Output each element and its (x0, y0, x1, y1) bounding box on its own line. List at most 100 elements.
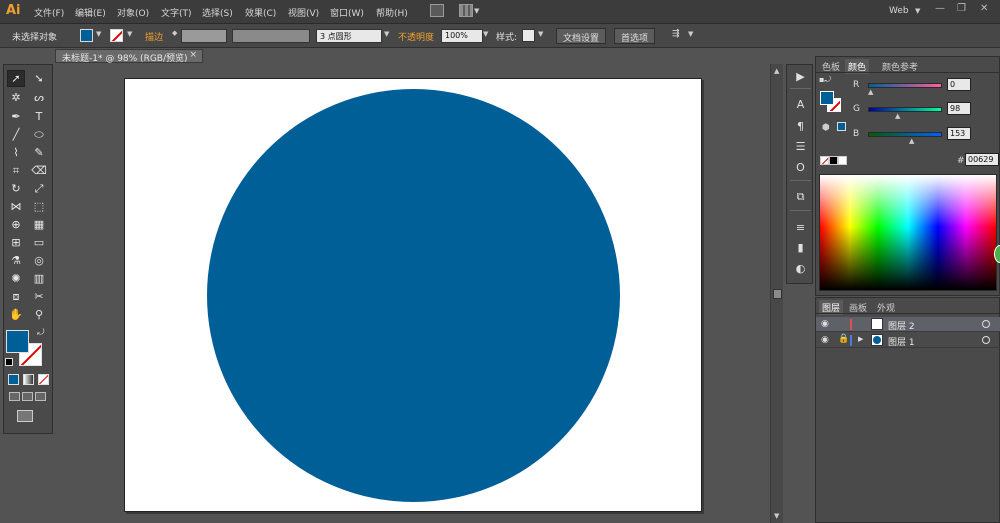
ellipse-tool-icon[interactable]: ⬭ (30, 126, 48, 143)
arrange-menu-dropdown-icon[interactable]: ▼ (688, 30, 693, 38)
black-color-swatch[interactable] (829, 156, 838, 165)
artboard[interactable] (124, 78, 702, 512)
white-color-swatch[interactable] (838, 156, 847, 165)
style-dropdown-icon[interactable]: ▼ (538, 30, 543, 38)
fill-dropdown-icon[interactable]: ▼ (96, 30, 101, 38)
transform-icon[interactable]: ⧉ (793, 190, 808, 204)
width-tool-icon[interactable]: ⋈ (7, 198, 25, 215)
hand-tool-icon[interactable]: ✋ (7, 306, 25, 323)
menu-select[interactable]: 选择(S) (202, 6, 233, 19)
arrange-documents-icon[interactable] (459, 4, 473, 17)
scroll-up-icon[interactable]: ▲ (774, 67, 779, 75)
workspace-switcher[interactable]: Web (889, 6, 909, 16)
column-graph-tool-icon[interactable]: ▥ (30, 270, 48, 287)
workspace-dropdown-icon[interactable]: ▼ (915, 7, 920, 15)
shape-builder-tool-icon[interactable]: ⊕ (7, 216, 25, 233)
color-spectrum[interactable] (819, 174, 997, 291)
restore-icon[interactable]: ❐ (957, 3, 966, 14)
visibility-eye-icon[interactable]: ◉ (821, 319, 829, 329)
menu-effect[interactable]: 效果(C) (245, 6, 276, 19)
blob-brush-tool-icon[interactable]: ⌗ (7, 162, 25, 179)
brush-dropdown-icon[interactable]: ▼ (384, 30, 389, 38)
fill-color-swatch[interactable] (80, 29, 93, 42)
default-colors-icon[interactable]: ▪⤾ (819, 75, 831, 85)
graphic-style-swatch[interactable] (522, 29, 535, 42)
opacity-label[interactable]: 不透明度 (398, 30, 434, 43)
layer-row-2[interactable]: ◉ 图层 2 (816, 317, 1000, 332)
r-slider-thumb[interactable]: ▲ (868, 88, 873, 96)
bridge-icon[interactable] (430, 4, 444, 17)
fill-box[interactable] (6, 330, 29, 353)
draw-behind-icon[interactable] (22, 392, 33, 401)
slice-tool-icon[interactable]: ✂ (30, 288, 48, 305)
opacity-field[interactable]: 100% (441, 29, 483, 43)
menu-window[interactable]: 窗口(W) (330, 6, 364, 19)
layer-row-1[interactable]: ◉ 🔒 ▶ 图层 1 (816, 333, 1000, 348)
scale-tool-icon[interactable]: ⤢ (30, 180, 48, 197)
type-tool-icon[interactable]: T (30, 108, 48, 125)
variable-width-profile[interactable] (232, 29, 310, 43)
rotate-tool-icon[interactable]: ↻ (7, 180, 25, 197)
transparency-icon[interactable]: ◐ (793, 261, 808, 275)
g-slider-thumb[interactable]: ▲ (895, 112, 900, 120)
screen-mode-icon[interactable] (17, 410, 33, 422)
b-slider[interactable] (868, 132, 942, 137)
gradient-tool-icon[interactable]: ▭ (30, 234, 48, 251)
menu-file[interactable]: 文件(F) (34, 6, 64, 19)
pencil-tool-icon[interactable]: ✎ (30, 144, 48, 161)
free-transform-tool-icon[interactable]: ⬚ (30, 198, 48, 215)
notification-badge[interactable] (994, 245, 1000, 263)
menu-edit[interactable]: 编辑(E) (75, 6, 106, 19)
color-fill-swatch[interactable] (820, 91, 834, 105)
b-value-field[interactable]: 153 (947, 127, 971, 140)
zoom-tool-icon[interactable]: ⚲ (30, 306, 48, 323)
b-slider-thumb[interactable]: ▲ (909, 137, 914, 145)
close-document-icon[interactable]: × (189, 50, 197, 60)
scroll-thumb[interactable] (773, 289, 782, 299)
layer-name[interactable]: 图层 2 (888, 319, 915, 332)
align-icon[interactable]: ☰ (793, 139, 808, 153)
lasso-tool-icon[interactable]: ᔕ (30, 89, 48, 106)
layer-target-icon[interactable] (982, 320, 990, 328)
r-slider[interactable] (868, 83, 942, 88)
lock-icon[interactable]: 🔒 (838, 334, 849, 344)
actions-play-icon[interactable]: ▶ (793, 69, 808, 83)
opentype-icon[interactable]: O (793, 160, 808, 174)
paintbrush-tool-icon[interactable]: ⌇ (7, 144, 25, 161)
arrange-dropdown-icon[interactable]: ▼ (474, 7, 479, 15)
swap-fill-stroke-icon[interactable]: ⤾ (37, 328, 45, 338)
gradient-mode-icon[interactable] (23, 374, 34, 385)
stroke-panel-icon[interactable]: ≡ (793, 220, 808, 234)
brush-definition[interactable]: 3 点圆形 (316, 29, 382, 43)
eyedropper-tool-icon[interactable]: ⚗ (7, 252, 25, 269)
magic-wand-tool-icon[interactable]: ✲ (7, 89, 25, 106)
line-tool-icon[interactable]: ╱ (7, 126, 25, 143)
stroke-dropdown-icon[interactable]: ▼ (127, 30, 132, 38)
mesh-tool-icon[interactable]: ⊞ (7, 234, 25, 251)
blue-circle-shape[interactable] (207, 89, 620, 502)
layer-target-icon[interactable] (982, 336, 990, 344)
out-of-web-gamut-icon[interactable]: ⬢ (822, 123, 830, 133)
draw-inside-icon[interactable] (35, 392, 46, 401)
opacity-dropdown-icon[interactable]: ▼ (483, 30, 488, 38)
web-safe-color-swatch[interactable] (837, 122, 846, 131)
direct-selection-tool-icon[interactable]: ➘ (30, 70, 48, 87)
g-slider[interactable] (868, 107, 942, 112)
none-color-swatch[interactable] (820, 156, 829, 165)
stroke-weight-field[interactable] (181, 29, 227, 43)
menu-help[interactable]: 帮助(H) (376, 6, 408, 19)
selection-tool-icon[interactable]: ➚ (7, 70, 25, 87)
menu-view[interactable]: 视图(V) (288, 6, 319, 19)
none-mode-icon[interactable] (38, 374, 49, 385)
artboard-tool-icon[interactable]: ⧈ (7, 288, 25, 305)
close-window-icon[interactable]: ✕ (980, 3, 988, 14)
layer-name[interactable]: 图层 1 (888, 335, 915, 348)
blend-tool-icon[interactable]: ◎ (30, 252, 48, 269)
character-icon[interactable]: A (793, 97, 808, 111)
expand-arrow-icon[interactable]: ▶ (858, 335, 863, 343)
vertical-scrollbar[interactable]: ▲ ▼ (770, 64, 783, 523)
stroke-color-swatch[interactable] (110, 29, 123, 42)
perspective-grid-tool-icon[interactable]: ▦ (30, 216, 48, 233)
color-mode-icon[interactable] (8, 374, 19, 385)
minimize-icon[interactable]: — (935, 3, 945, 14)
